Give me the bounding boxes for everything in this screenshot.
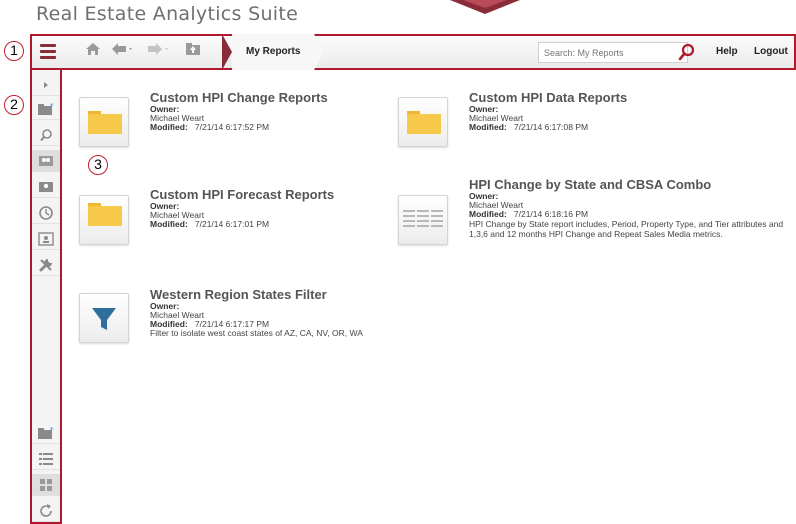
report-description: HPI Change by State report includes, Per…: [469, 219, 784, 239]
search-icon[interactable]: [676, 42, 698, 63]
sidebar: * *: [30, 70, 62, 524]
my-reports-icon[interactable]: [32, 176, 60, 198]
up-folder-icon[interactable]: [182, 42, 204, 62]
toolbar: My Reports Help Logout: [30, 34, 796, 70]
svg-text:*: *: [50, 102, 54, 110]
filter-icon[interactable]: [79, 293, 129, 343]
app-header: Real Estate Analytics Suite: [0, 0, 796, 32]
shared-reports-icon[interactable]: [32, 150, 60, 172]
refresh-icon[interactable]: [32, 500, 60, 522]
folder-icon[interactable]: [79, 195, 129, 245]
tools-icon[interactable]: [32, 254, 60, 276]
profile-icon[interactable]: [32, 228, 60, 250]
list-view-icon[interactable]: [32, 448, 60, 470]
forward-icon[interactable]: [146, 42, 172, 62]
report-modified: Modified: 7/21/14 6:17:08 PM: [469, 122, 589, 132]
back-icon[interactable]: [110, 42, 136, 62]
new-folder-icon-bottom[interactable]: *: [32, 422, 60, 444]
app-title: Real Estate Analytics Suite: [36, 3, 299, 25]
report-title[interactable]: Custom HPI Data Reports: [469, 90, 627, 105]
logout-link[interactable]: Logout: [754, 46, 788, 57]
app-window: Real Estate Analytics Suite 1 My Reports…: [0, 0, 796, 524]
report-grid-icon[interactable]: [398, 195, 448, 245]
report-title[interactable]: Custom HPI Change Reports: [150, 90, 328, 105]
report-title[interactable]: HPI Change by State and CBSA Combo: [469, 177, 711, 192]
breadcrumb: My Reports: [222, 34, 325, 70]
help-link[interactable]: Help: [716, 46, 738, 57]
breadcrumb-my-reports[interactable]: My Reports: [232, 34, 315, 70]
search-input[interactable]: [538, 42, 688, 63]
report-modified: Modified: 7/21/14 6:17:52 PM: [150, 122, 270, 132]
breadcrumb-separator: [222, 34, 232, 70]
icon-view-icon[interactable]: [32, 474, 60, 496]
expand-icon[interactable]: [32, 74, 60, 96]
callout-1: 1: [4, 41, 24, 61]
svg-text:*: *: [50, 426, 54, 434]
folder-icon[interactable]: [79, 97, 129, 147]
search-icon[interactable]: [32, 124, 60, 146]
home-icon[interactable]: [82, 42, 104, 62]
history-icon[interactable]: [32, 202, 60, 224]
folder-icon[interactable]: [398, 97, 448, 147]
callout-3: 3: [88, 155, 108, 175]
report-modified: Modified: 7/21/14 6:17:01 PM: [150, 219, 270, 229]
menu-icon[interactable]: [40, 44, 56, 60]
report-title[interactable]: Western Region States Filter: [150, 287, 327, 302]
report-description: Filter to isolate west coast states of A…: [150, 328, 363, 338]
new-folder-icon[interactable]: *: [32, 98, 60, 120]
callout-2: 2: [4, 95, 24, 115]
report-title[interactable]: Custom HPI Forecast Reports: [150, 187, 334, 202]
breadcrumb-end: [314, 34, 325, 70]
logo-accent: [463, 0, 507, 8]
